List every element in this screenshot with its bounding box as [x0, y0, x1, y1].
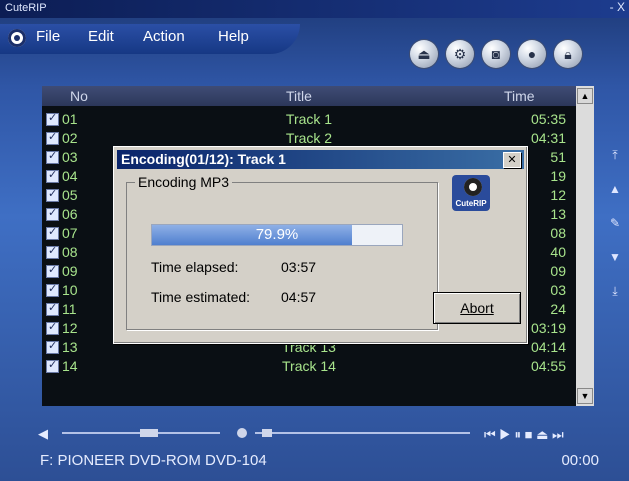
track-time: 24 [550, 301, 566, 317]
status-bar: F: PIONEER DVD-ROM DVD-104 00:00 [0, 448, 629, 472]
track-number: 11 [62, 301, 77, 317]
edit-icon[interactable]: ✎ [606, 216, 624, 236]
track-time: 04:31 [530, 130, 566, 146]
track-time: 05:35 [530, 111, 566, 127]
time-counter: 00:00 [561, 452, 599, 469]
track-number: 07 [62, 225, 78, 241]
seek-slider-thumb [262, 429, 272, 437]
track-title[interactable]: Track 1 [42, 111, 576, 127]
move-top-icon[interactable]: ⤒ [606, 148, 624, 168]
track-checkbox[interactable] [46, 301, 59, 316]
track-number: 10 [62, 282, 78, 298]
track-time: 04:55 [530, 358, 566, 374]
drive-label: F: PIONEER DVD-ROM DVD-104 [40, 452, 267, 469]
volume-slider-thumb [140, 429, 158, 437]
logo-text: CuteRIP [455, 199, 487, 208]
group-label: Encoding MP3 [135, 174, 233, 190]
transport-bar: ◀︎ ⏮ ▶ ⏸ ■ ⏏ ⏭ [0, 418, 629, 448]
window-title: CuteRIP [5, 2, 47, 14]
scroll-down-button[interactable]: ▼ [577, 388, 593, 404]
encoding-progress-bar: 79.9% [151, 224, 403, 246]
dialog-title: Encoding(01/12): Track 1 [121, 151, 286, 167]
menu-file[interactable]: File [36, 28, 60, 45]
estimated-value: 04:57 [281, 289, 317, 305]
main-window: CuteRIP - X File Edit Action Help ⏏ ⚙ ◙ … [0, 0, 629, 481]
side-toolbar: ⤒ ▲ ✎ ▼ ⤓ [606, 148, 624, 308]
volume-icon: ◀︎ [38, 426, 48, 441]
abort-button[interactable]: Abort [433, 292, 521, 324]
scroll-up-button[interactable]: ▲ [577, 88, 593, 104]
track-time: 19 [550, 168, 566, 184]
track-checkbox[interactable] [46, 225, 59, 240]
table-row[interactable]: 01Track 105:35 [42, 110, 576, 129]
encoding-group: Encoding MP3 79.9% Time elapsed: 03:57 T… [126, 174, 438, 330]
track-time: 03 [550, 282, 566, 298]
track-number: 03 [62, 149, 78, 165]
track-checkbox[interactable] [46, 168, 59, 183]
column-title[interactable]: Title [286, 88, 312, 104]
title-bar: CuteRIP - X [0, 0, 629, 18]
menu-action[interactable]: Action [143, 28, 185, 45]
track-list-scrollbar[interactable]: ▲ ▼ [576, 86, 594, 406]
move-bottom-icon[interactable]: ⤓ [606, 284, 624, 304]
track-time: 13 [550, 206, 566, 222]
elapsed-label: Time elapsed: [151, 259, 239, 275]
table-row[interactable]: 14Track 1404:55 [42, 357, 576, 376]
track-number: 08 [62, 244, 78, 260]
app-logo-icon[interactable] [8, 29, 26, 47]
dialog-close-button[interactable]: ✕ [503, 152, 521, 168]
cddb-icon[interactable]: ◙ [482, 40, 510, 68]
settings-icon[interactable]: ⚙ [446, 40, 474, 68]
track-checkbox[interactable] [46, 187, 59, 202]
track-number: 06 [62, 206, 78, 222]
track-time: 03:19 [530, 320, 566, 336]
column-no[interactable]: No [70, 88, 88, 104]
menu-edit[interactable]: Edit [88, 28, 114, 45]
track-checkbox[interactable] [46, 149, 59, 164]
track-checkbox[interactable] [46, 282, 59, 297]
move-up-icon[interactable]: ▲ [606, 182, 624, 202]
move-down-icon[interactable]: ▼ [606, 250, 624, 270]
cuterip-logo-icon: CuteRIP [452, 175, 490, 211]
track-checkbox[interactable] [46, 263, 59, 278]
window-close-button[interactable]: - X [610, 0, 625, 14]
elapsed-value: 03:57 [281, 259, 317, 275]
progress-text: 79.9% [255, 226, 299, 243]
track-time: 09 [550, 263, 566, 279]
track-checkbox[interactable] [46, 244, 59, 259]
player-buttons: ⏮ ▶ ⏸ ■ ⏏ ⏭ [484, 427, 564, 442]
dialog-title-bar: Encoding(01/12): Track 1 ✕ [117, 150, 524, 169]
encoding-dialog: Encoding(01/12): Track 1 ✕ Encoding MP3 … [113, 146, 528, 344]
track-number: 04 [62, 168, 78, 184]
track-title[interactable]: Track 2 [42, 130, 576, 146]
transport-controls: ◀︎ ⏮ ▶ ⏸ ■ ⏏ ⏭ [38, 426, 564, 442]
track-time: 51 [550, 149, 566, 165]
track-time: 04:14 [530, 339, 566, 355]
track-time: 12 [550, 187, 566, 203]
estimated-label: Time estimated: [151, 289, 251, 305]
abort-label: Abort [460, 300, 494, 316]
eject-icon[interactable]: ⏏ [410, 40, 438, 68]
record-icon[interactable]: ● [518, 40, 546, 68]
track-number: 09 [62, 263, 78, 279]
track-time: 08 [550, 225, 566, 241]
track-time: 40 [550, 244, 566, 260]
lock-icon[interactable]: 🔒︎ [554, 40, 582, 68]
menu-help[interactable]: Help [218, 28, 249, 45]
track-title[interactable]: Track 14 [42, 358, 576, 374]
track-list-header: No Title Time [42, 86, 594, 106]
track-number: 05 [62, 187, 78, 203]
track-checkbox[interactable] [46, 206, 59, 221]
column-time[interactable]: Time [504, 88, 535, 104]
seek-icon [237, 428, 247, 438]
